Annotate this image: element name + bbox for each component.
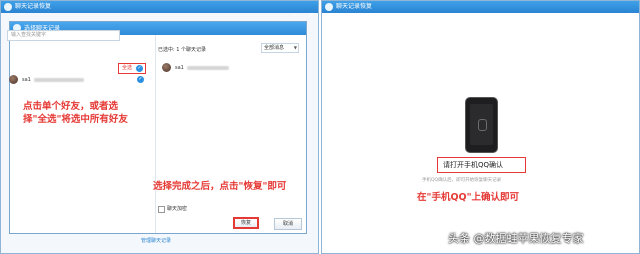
minimize-button[interactable]: – <box>291 11 300 20</box>
close-button[interactable]: × <box>307 11 316 20</box>
left-window-title: 聊天记录恢复 <box>15 3 52 10</box>
left-window: 聊天记录恢复 – × 选择聊天记录 输入查找关键字 全选 ✓ sa1 ✓ 点击单… <box>0 0 319 254</box>
watermark: 头条 @数据蛙苹果恢复专家 <box>448 232 584 245</box>
restore-tip: 选择完成之后，点击"恢复"即可 <box>153 181 287 192</box>
phone-confirm-prompt: 请打开手机QQ确认 <box>437 157 526 173</box>
avatar <box>9 75 18 84</box>
restore-button[interactable]: 恢复 <box>233 217 259 229</box>
friend-name: sa1 <box>22 77 31 83</box>
message-filter-select[interactable]: 全部消息 ▼ <box>261 43 299 53</box>
right-window-title: 聊天记录恢复 <box>336 3 373 10</box>
qq-penguin-icon <box>325 3 333 11</box>
confirm-tip: 在"手机QQ"上确认即可 <box>417 192 520 203</box>
check-circle-icon: ✓ <box>137 76 144 83</box>
check-circle-icon: ✓ <box>136 65 143 72</box>
selected-friend-name: sa1 <box>175 65 184 71</box>
confirm-sub-hint: 手机QQ确认后，即可开始恢复聊天记录 <box>422 178 502 183</box>
avatar <box>162 63 171 72</box>
friend-list-item[interactable]: sa1 ✓ <box>9 75 147 89</box>
selected-count: 已选中: 1 个聊天记录 <box>158 47 207 53</box>
right-window: 聊天记录恢复 × 请打开手机QQ确认 手机QQ确认后，即可开始恢复聊天记录 在"… <box>321 0 640 254</box>
redacted-name <box>34 78 84 82</box>
select-tip-line2: 择"全选"将选中所有好友 <box>23 114 128 125</box>
select-tip-line1: 点击单个好友，或者选 <box>23 101 119 112</box>
phone-screen <box>470 104 493 145</box>
select-all-label: 全选 <box>122 65 133 71</box>
encrypt-checkbox[interactable] <box>158 206 165 213</box>
search-input[interactable]: 输入查找关键字 <box>7 30 120 41</box>
phone-icon <box>465 97 498 153</box>
selected-friend-item[interactable]: sa1 <box>162 63 302 75</box>
qq-penguin-icon <box>4 3 12 11</box>
chevron-down-icon: ▼ <box>293 45 297 50</box>
window-controls: × <box>626 2 637 19</box>
lock-icon <box>478 119 487 131</box>
select-all-button[interactable]: 全选 ✓ <box>118 63 146 74</box>
encrypt-label: 聊天加密 <box>167 206 188 212</box>
cancel-button[interactable]: 取消 <box>274 218 302 230</box>
manage-records-link[interactable]: 管理聊天记录 <box>141 237 171 244</box>
message-filter-value: 全部消息 <box>264 45 285 51</box>
left-window-titlebar: 聊天记录恢复 – × <box>1 1 318 19</box>
right-window-titlebar: 聊天记录恢复 × <box>322 1 639 19</box>
phone-confirm-text: 请打开手机QQ确认 <box>443 161 504 169</box>
window-controls: – × <box>289 2 316 19</box>
close-button[interactable]: × <box>628 11 637 20</box>
redacted-name <box>187 66 229 70</box>
